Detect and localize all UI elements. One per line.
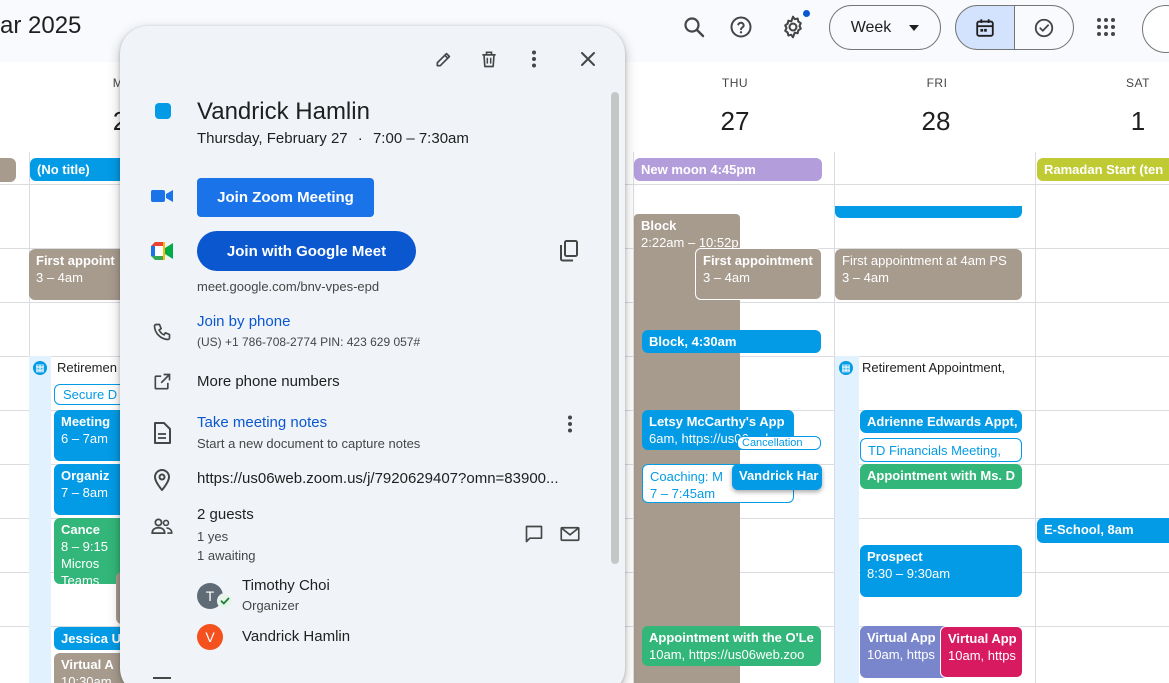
event-organiz-mon[interactable]: Organiz 7 – 8am (54, 464, 128, 515)
notes-more-options-icon[interactable] (554, 408, 586, 440)
guest-name-timothy: Timothy Choi (242, 577, 330, 594)
phone-icon (150, 320, 174, 344)
guest-name-vandrick: Vandrick Hamlin (242, 628, 351, 645)
caret-down-icon (909, 24, 920, 31)
phone-detail: (US) +1 786-708-2774 PIN: 423 629 057# (197, 335, 421, 349)
guest-role-organizer: Organizer (242, 598, 300, 613)
view-switcher-button[interactable]: Week (829, 5, 941, 50)
tasks-view-toggle[interactable] (1014, 5, 1074, 50)
event-td-financials-fri[interactable]: TD Financials Meeting, (860, 438, 1022, 462)
day-header-num-fri[interactable]: 28 (906, 106, 966, 137)
day-header-num-sat[interactable]: 1 (1108, 106, 1168, 137)
event-vandrick-hamlin-thu[interactable]: Vandrick Har (732, 464, 822, 490)
retirement-strip-fri (835, 356, 859, 683)
event-retirement-fri[interactable]: Retirement Appointment, (862, 360, 1024, 375)
copy-link-icon[interactable] (553, 235, 585, 267)
account-avatar[interactable] (1142, 5, 1169, 53)
take-meeting-notes-link[interactable]: Take meeting notes (197, 414, 327, 431)
delete-trash-icon[interactable] (473, 43, 505, 75)
document-notes-icon (150, 421, 174, 445)
open-external-icon (150, 370, 174, 394)
day-header-dow-fri: FRI (926, 76, 948, 90)
accepted-check-icon (217, 593, 233, 609)
event-title: Vandrick Hamlin (197, 98, 370, 125)
event-meeting-mon[interactable]: Meeting 6 – 7am (54, 410, 128, 461)
notification-dot (803, 10, 810, 17)
day-column-divider (1035, 152, 1036, 683)
edit-pencil-icon[interactable] (428, 43, 460, 75)
event-ms-d-fri[interactable]: Appointment with Ms. D (860, 464, 1022, 489)
view-switcher-label: Week (850, 18, 892, 36)
event-detail-popover: Vandrick Hamlin Thursday, February 27 · … (120, 26, 625, 683)
event-secure-mon[interactable]: Secure D (54, 384, 128, 405)
event-virtual-fri-2[interactable]: Virtual App 10am, https (940, 626, 1023, 678)
search-icon[interactable] (676, 9, 712, 45)
next-row-icon-partial (153, 677, 171, 679)
event-first-appointment-fri[interactable]: First appointment at 4am PS 3 – 4am (835, 249, 1022, 300)
calendar-icon (976, 18, 994, 37)
event-prospect-fri[interactable]: Prospect 8:30 – 9:30am (860, 545, 1022, 597)
event-adrienne-fri[interactable]: Adrienne Edwards Appt, (860, 410, 1022, 433)
guest-count: 2 guests (197, 506, 254, 523)
guest-avatar-vandrick: V (197, 624, 223, 650)
google-meet-icon (150, 239, 174, 263)
zoom-video-icon (150, 184, 174, 208)
allday-event-no-title[interactable]: (No title) (30, 158, 130, 181)
settings-gear-icon[interactable] (775, 9, 811, 45)
allday-event-ramadan[interactable]: Ramadan Start (ten (1037, 158, 1169, 181)
calendar-event-icon: ▦ (839, 361, 853, 375)
guest-awaiting-count: 1 awaiting (197, 548, 256, 563)
join-google-meet-button[interactable]: Join with Google Meet (197, 231, 416, 271)
event-block-430-thu[interactable]: Block, 4:30am (642, 330, 821, 353)
guests-people-icon (150, 514, 174, 538)
event-oleary-thu[interactable]: Appointment with the O'Le 10am, https://u… (642, 626, 821, 666)
help-icon[interactable] (723, 9, 759, 45)
event-retirement-mon[interactable]: Retiremen (57, 360, 127, 375)
event-virtual-mon[interactable]: Virtual A 10:30am (54, 653, 128, 683)
apps-grid-icon[interactable] (1088, 9, 1124, 45)
event-color-indicator (155, 103, 171, 119)
event-virtual-fri-1[interactable]: Virtual App 10am, https (860, 626, 950, 678)
event-cancellation-thu[interactable]: Cancellation (737, 436, 821, 450)
more-phone-numbers-link[interactable]: More phone numbers (197, 373, 340, 390)
day-header-num-thu[interactable]: 27 (705, 106, 765, 137)
event-first-appointment-mon[interactable]: First appoint 3 – 4am (29, 249, 129, 300)
chat-icon[interactable] (518, 518, 550, 550)
day-header-dow-sat: SAT (1126, 76, 1150, 90)
notes-detail: Start a new document to capture notes (197, 436, 421, 451)
meet-url: meet.google.com/bnv-vpes-epd (197, 279, 380, 294)
event-e-school-sat[interactable]: E-School, 8am (1037, 518, 1169, 543)
allday-event-partial[interactable] (0, 158, 16, 182)
location-pin-icon (150, 468, 174, 492)
calendar-view-toggle[interactable] (955, 5, 1015, 50)
more-options-icon[interactable] (518, 43, 550, 75)
join-zoom-button[interactable]: Join Zoom Meeting (197, 178, 374, 217)
event-location[interactable]: https://us06web.zoom.us/j/7920629407?omn… (197, 470, 590, 487)
close-icon[interactable] (572, 43, 604, 75)
event-date-time: Thursday, February 27 · 7:00 – 7:30am (197, 130, 469, 147)
allday-event-new-moon[interactable]: New moon 4:45pm (634, 158, 822, 181)
guest-yes-count: 1 yes (197, 529, 229, 544)
event-overnight-fri[interactable] (835, 206, 1022, 218)
retirement-strip-mon (29, 356, 51, 683)
event-first-appointment-thu[interactable]: First appointment 3 – 4am (695, 248, 822, 300)
calendar-event-icon: ▦ (33, 361, 47, 375)
popover-scrollbar[interactable] (611, 92, 619, 564)
join-by-phone-link[interactable]: Join by phone (197, 313, 290, 330)
event-jessica-mon[interactable]: Jessica U (54, 627, 128, 650)
day-header-dow-thu: THU (721, 76, 749, 90)
date-range-title: ar 2025 (0, 12, 82, 39)
email-icon[interactable] (554, 518, 586, 550)
task-check-icon (1034, 18, 1054, 37)
